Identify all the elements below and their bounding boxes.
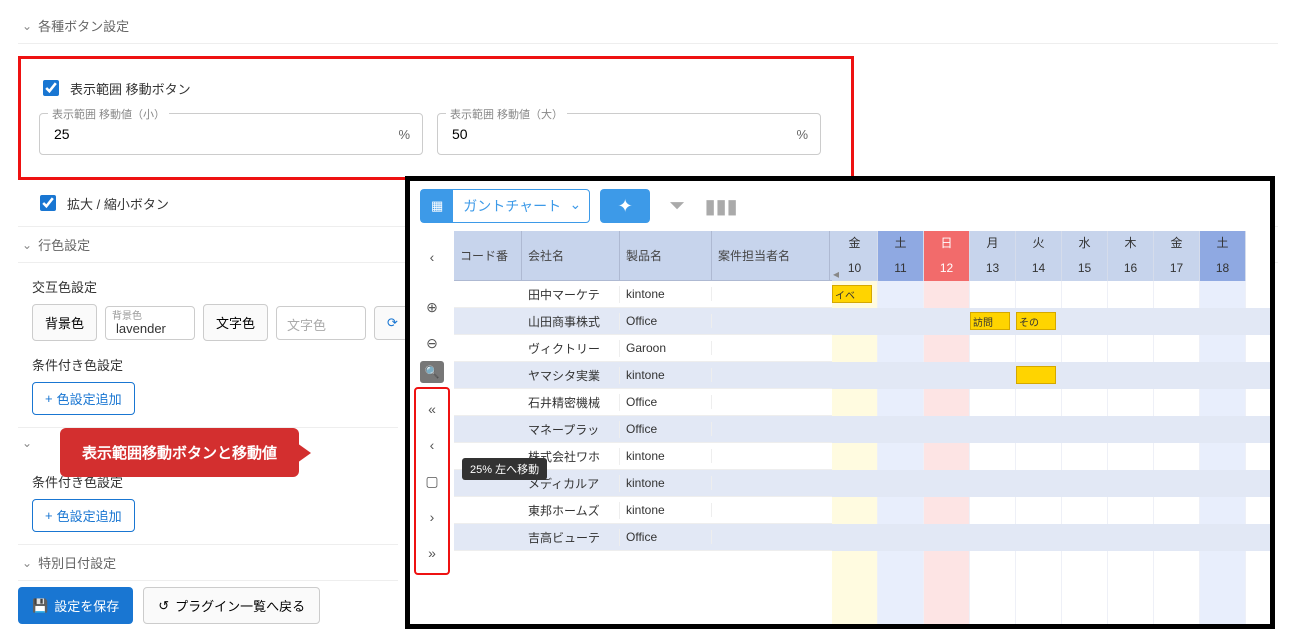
- graph-icon: ✦: [618, 196, 633, 217]
- zoom-checkbox[interactable]: [40, 195, 56, 211]
- unit-percent: %: [796, 127, 808, 142]
- history-icon: ↺: [158, 598, 169, 614]
- table-row[interactable]: ヤマシタ実業kintone: [454, 362, 832, 389]
- move-left-large-button[interactable]: «: [416, 391, 448, 427]
- section-title: 各種ボタン設定: [38, 16, 129, 35]
- range-move-small-input[interactable]: [52, 125, 398, 143]
- gantt-bar[interactable]: [1016, 366, 1056, 384]
- zoom-out-button[interactable]: ⊖: [416, 325, 448, 361]
- table-row[interactable]: 吉高ビューテOffice: [454, 524, 832, 551]
- add-color-button-2[interactable]: + 色設定追加: [32, 499, 135, 532]
- chevron-down-icon: ⌄: [22, 556, 32, 570]
- chevron-left-icon: ‹: [430, 249, 435, 265]
- move-left-small-button[interactable]: ‹: [416, 427, 448, 463]
- funnel-icon: ⏷: [669, 195, 685, 218]
- range-move-small-field[interactable]: 表示範囲 移動値（小） %: [39, 113, 423, 155]
- table-row[interactable]: 山田商事株式Office: [454, 308, 832, 335]
- day-column: 土11: [878, 231, 924, 281]
- graph-mode-button[interactable]: ✦: [600, 189, 650, 223]
- chevron-down-icon: ⌄: [569, 196, 581, 213]
- search-icon: 🔍: [425, 365, 440, 379]
- day-column: 水15: [1062, 231, 1108, 281]
- chevron-down-icon: ⌄: [22, 238, 32, 252]
- day-column: 日12: [924, 231, 970, 281]
- zoom-checkbox-label: 拡大 / 縮小ボタン: [67, 194, 169, 213]
- col-header[interactable]: コード番: [454, 231, 522, 280]
- scroll-left-icon[interactable]: ◂: [833, 267, 839, 281]
- unit-percent: %: [398, 127, 410, 142]
- move-right-small-button[interactable]: ›: [416, 499, 448, 535]
- chevron-left-icon: ‹: [430, 437, 435, 453]
- col-header[interactable]: 会社名: [522, 231, 620, 280]
- gantt-side-toolbar: ‹ ⊕ ⊖ 🔍 « ‹ ▢ › »: [410, 231, 454, 624]
- move-tooltip: 25% 左へ移動: [462, 458, 547, 480]
- gantt-bar[interactable]: その: [1016, 312, 1056, 330]
- gantt-left-grid: コード番 会社名 製品名 案件担当者名 田中マーケテkintone山田商事株式O…: [454, 231, 832, 624]
- zoom-out-icon: ⊖: [426, 335, 438, 352]
- section-header-special-date[interactable]: ⌄ 特別日付設定: [18, 544, 398, 581]
- add-color-button-1[interactable]: + 色設定追加: [32, 382, 135, 415]
- plus-icon: +: [45, 508, 53, 523]
- table-row[interactable]: 東邦ホームズkintone: [454, 497, 832, 524]
- double-chevron-right-icon: »: [428, 545, 436, 561]
- calendar-icon: ▢: [425, 473, 438, 490]
- section-header-button-settings[interactable]: ⌄ 各種ボタン設定: [18, 8, 1278, 44]
- day-column: 火14: [1016, 231, 1062, 281]
- gantt-preview-window: ▦ ガントチャート ⌄ ✦ ⏷ ▮▮▮ ‹ ⊕ ⊖ 🔍: [405, 176, 1275, 629]
- callout-annotation: 表示範囲移動ボタンと移動値: [60, 428, 299, 477]
- section-title: 特別日付設定: [38, 553, 116, 572]
- chevron-down-icon: ⌄: [22, 436, 32, 450]
- field-label-large: 表示範囲 移動値（大）: [446, 106, 567, 122]
- gantt-bar[interactable]: 訪問: [970, 312, 1010, 330]
- field-label-small: 表示範囲 移動値（小）: [48, 106, 169, 122]
- move-right-large-button[interactable]: »: [416, 535, 448, 571]
- range-nav-group: « ‹ ▢ › »: [414, 387, 450, 575]
- chevron-right-icon: ›: [430, 509, 435, 525]
- fg-color-input[interactable]: 文字色: [276, 306, 366, 340]
- prev-page-button[interactable]: ‹: [416, 239, 448, 275]
- zoom-in-button[interactable]: ⊕: [416, 289, 448, 325]
- bg-color-button[interactable]: 背景色: [32, 304, 97, 341]
- view-select-dropdown[interactable]: ▦ ガントチャート ⌄: [420, 189, 590, 223]
- zoom-in-icon: ⊕: [426, 299, 438, 316]
- col-header[interactable]: 案件担当者名: [712, 231, 830, 280]
- col-header[interactable]: 製品名: [620, 231, 712, 280]
- save-button[interactable]: 💾 設定を保存: [18, 587, 133, 624]
- today-button[interactable]: ▢: [416, 463, 448, 499]
- range-move-large-field[interactable]: 表示範囲 移動値（大） %: [437, 113, 821, 155]
- day-column: 土18: [1200, 231, 1246, 281]
- section-title: 行色設定: [38, 235, 90, 254]
- range-move-large-input[interactable]: [450, 125, 796, 143]
- plus-icon: +: [45, 391, 53, 406]
- day-column: 木16: [1108, 231, 1154, 281]
- filter-button[interactable]: ⏷: [660, 189, 694, 223]
- double-chevron-left-icon: «: [428, 401, 436, 417]
- range-move-highlight-box: 表示範囲 移動ボタン 表示範囲 移動値（小） % 表示範囲 移動値（大） %: [18, 56, 854, 180]
- table-row[interactable]: マネープラッOffice: [454, 416, 832, 443]
- table-row[interactable]: 田中マーケテkintone: [454, 281, 832, 308]
- chart-button[interactable]: ▮▮▮: [704, 189, 738, 223]
- gantt-time-grid: ◂ 金10土11日12月13火14水15木16金17土18 イベ訪問その: [832, 231, 1270, 624]
- grid-icon: ▦: [421, 190, 453, 222]
- save-icon: 💾: [32, 598, 48, 614]
- range-move-checkbox[interactable]: [43, 80, 59, 96]
- day-column: 月13: [970, 231, 1016, 281]
- back-button[interactable]: ↺ プラグイン一覧へ戻る: [143, 587, 320, 624]
- bar-chart-icon: ▮▮▮: [705, 194, 738, 219]
- fg-color-button[interactable]: 文字色: [203, 304, 268, 341]
- day-column: 金17: [1154, 231, 1200, 281]
- gantt-bar[interactable]: イベ: [832, 285, 872, 303]
- table-row[interactable]: 石井精密機械Office: [454, 389, 832, 416]
- range-move-label: 表示範囲 移動ボタン: [70, 79, 191, 98]
- table-row[interactable]: ヴィクトリーGaroon: [454, 335, 832, 362]
- bg-color-input[interactable]: 背景色 lavender: [105, 306, 195, 340]
- search-button[interactable]: 🔍: [420, 361, 444, 383]
- chevron-down-icon: ⌄: [22, 19, 32, 33]
